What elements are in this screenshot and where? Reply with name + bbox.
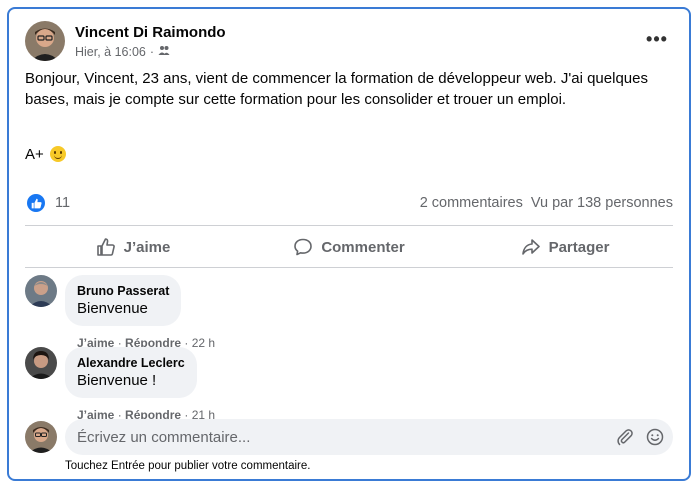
more-options-button[interactable]: ••• (641, 27, 673, 51)
post-card: Vincent Di Raimondo Hier, à 16:06 · ••• … (7, 7, 691, 481)
comment-text: Bienvenue ! (77, 372, 157, 389)
post-text: Bonjour, Vincent, 23 ans, vient de comme… (25, 70, 648, 108)
like-count[interactable]: 11 (55, 195, 70, 211)
like-button[interactable]: J’aime (25, 227, 241, 267)
view-count[interactable]: Vu par 138 personnes (531, 195, 673, 211)
stats-right: 2 commentaires Vu par 138 personnes (420, 195, 673, 211)
comment-composer (25, 419, 673, 455)
meta-separator: · (149, 44, 155, 59)
author-avatar[interactable] (25, 21, 65, 61)
comment-bubble: Alexandre Leclerc Bienvenue ! (65, 347, 197, 398)
commenter-avatar[interactable] (25, 275, 57, 307)
comment-input[interactable] (65, 419, 673, 455)
attach-icon[interactable] (615, 427, 635, 447)
share-button[interactable]: Partager (457, 227, 673, 267)
share-arrow-icon (521, 239, 540, 255)
thumbs-up-icon (96, 238, 115, 256)
post-meta: Hier, à 16:06 · (75, 44, 170, 59)
friends-icon[interactable] (158, 44, 170, 59)
divider (25, 225, 673, 226)
comment-bubble-icon (294, 238, 313, 256)
comment-text: Bienvenue (77, 300, 148, 317)
current-user-avatar[interactable] (25, 421, 57, 453)
like-button-label: J’aime (123, 238, 171, 256)
smile-emoji-icon (49, 146, 66, 162)
composer-hint: Touchez Entrée pour publier votre commen… (65, 460, 311, 472)
comment-author[interactable]: Alexandre Leclerc (77, 355, 185, 371)
post-actions: J’aime Commenter Partager (25, 227, 673, 267)
post-signoff: A+ (25, 146, 44, 163)
commenter-avatar[interactable] (25, 347, 57, 379)
post-header: Vincent Di Raimondo Hier, à 16:06 · ••• (25, 21, 673, 65)
emoji-icon[interactable] (645, 427, 665, 447)
comment-button-label: Commenter (321, 238, 405, 256)
author-name[interactable]: Vincent Di Raimondo (75, 24, 226, 41)
comment-bubble: Bruno Passerat Bienvenue (65, 275, 182, 326)
comment-button[interactable]: Commenter (241, 227, 457, 267)
post-signoff-line: A+ (25, 144, 675, 165)
more-icon: ••• (646, 28, 668, 49)
post-body: Bonjour, Vincent, 23 ans, vient de comme… (25, 68, 675, 165)
comment-author[interactable]: Bruno Passerat (77, 283, 169, 299)
post-timestamp[interactable]: Hier, à 16:06 (75, 45, 146, 59)
like-reaction-icon[interactable] (27, 194, 45, 212)
share-button-label: Partager (548, 238, 610, 256)
post-stats: 11 2 commentaires Vu par 138 personnes (25, 193, 673, 215)
divider (25, 267, 673, 268)
comment-count[interactable]: 2 commentaires (420, 195, 523, 211)
comment-time[interactable]: 22 h (192, 336, 215, 350)
